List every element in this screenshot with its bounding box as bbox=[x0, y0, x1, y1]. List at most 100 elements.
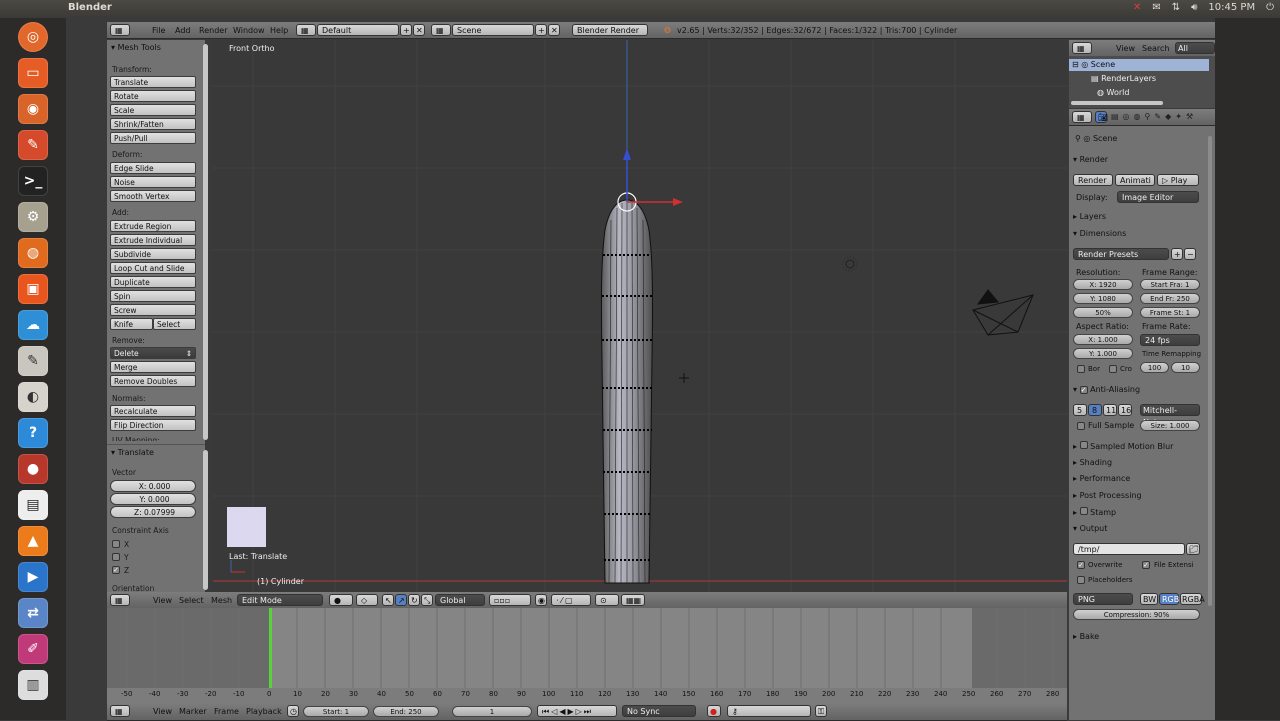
screen-layout-icon[interactable]: ▦ bbox=[296, 24, 316, 36]
mail-icon[interactable]: ✉ bbox=[1152, 2, 1160, 13]
render-button[interactable]: Render bbox=[1073, 174, 1113, 186]
shading-dropdown[interactable]: ● ⇕ bbox=[329, 594, 353, 617]
sync-dropdown[interactable]: No Sync bbox=[622, 705, 696, 717]
aspect-y-field[interactable]: Y: 1.000 bbox=[1073, 348, 1133, 359]
remove-layout-button[interactable]: ✕ bbox=[413, 24, 425, 36]
manipulator-toggle[interactable]: ↖ bbox=[382, 594, 394, 606]
cloud-icon[interactable]: ☁ bbox=[18, 310, 48, 340]
layer-buttons[interactable]: ▫▫▫ bbox=[489, 594, 531, 606]
scale-button[interactable]: Scale bbox=[110, 104, 196, 116]
dash-home-icon[interactable]: ◎ bbox=[18, 22, 48, 52]
constraint-x-checkbox[interactable] bbox=[112, 540, 120, 548]
aa-samples-11[interactable]: 11 bbox=[1103, 404, 1117, 416]
screw-button[interactable]: Screw bbox=[110, 304, 196, 316]
aa-samples-5[interactable]: 5 bbox=[1073, 404, 1087, 416]
translate-button[interactable]: Translate bbox=[110, 76, 196, 88]
blender-icon[interactable]: ◍ bbox=[18, 238, 48, 268]
remove-doubles-button[interactable]: Remove Doubles bbox=[110, 375, 196, 387]
screen-layout-field[interactable]: Default bbox=[317, 24, 399, 36]
transfer-icon[interactable]: ⇅ bbox=[1172, 2, 1180, 13]
viewport-menu-mesh[interactable]: Mesh bbox=[211, 596, 232, 605]
writer-icon[interactable]: ✎ bbox=[18, 130, 48, 160]
render-panel-header[interactable]: ▾ Render bbox=[1073, 155, 1108, 164]
placeholders-checkbox[interactable] bbox=[1077, 576, 1085, 584]
recorder-icon[interactable]: ● bbox=[18, 454, 48, 484]
mesh-tools-header[interactable]: ▾ Mesh Tools bbox=[111, 43, 161, 52]
snap-button[interactable]: ⊙ bbox=[595, 594, 619, 606]
software-center-icon[interactable]: ▣ bbox=[18, 274, 48, 304]
file-extensions-checkbox[interactable]: ✓ bbox=[1142, 561, 1150, 569]
monitor-icon[interactable]: ▤ bbox=[18, 490, 48, 520]
playback-controls[interactable]: ⏮◁◀▶▷⏭ bbox=[537, 705, 617, 717]
timeline-menu-frame[interactable]: Frame bbox=[214, 707, 239, 716]
translate-panel-header[interactable]: ▾ Translate bbox=[111, 448, 154, 457]
stamp-panel-header[interactable]: ▸ Stamp bbox=[1073, 507, 1116, 517]
end-frame-timeline-field[interactable]: End: 250 bbox=[373, 706, 439, 717]
outliner-menu-search[interactable]: Search bbox=[1142, 44, 1169, 53]
menu-window[interactable]: Window bbox=[233, 26, 265, 35]
frame-step-field[interactable]: Frame St: 1 bbox=[1140, 307, 1200, 318]
aa-samples-8[interactable]: 8 bbox=[1088, 404, 1102, 416]
vector-x-field[interactable]: X: 0.000 bbox=[110, 480, 196, 492]
subdivide-button[interactable]: Subdivide bbox=[110, 248, 196, 260]
rotate-button[interactable]: Rotate bbox=[110, 90, 196, 102]
menu-add[interactable]: Add bbox=[175, 26, 191, 35]
color-mode-rgba[interactable]: RGBA bbox=[1180, 593, 1205, 605]
context-tabs-icons[interactable]: ▤◎◍⚲✎◆✦⚒ bbox=[1111, 112, 1197, 121]
network-manager-icon[interactable]: ⇄ bbox=[18, 598, 48, 628]
start-frame-field[interactable]: Start Fra: 1 bbox=[1140, 279, 1200, 290]
remove-preset-button[interactable]: − bbox=[1184, 248, 1196, 260]
edge-slide-button[interactable]: Edge Slide bbox=[110, 162, 196, 174]
constraint-z-checkbox[interactable]: ✓ bbox=[112, 566, 120, 574]
viewport-canvas[interactable] bbox=[213, 40, 1067, 592]
timeline-menu-playback[interactable]: Playback bbox=[246, 707, 282, 716]
end-frame-field[interactable]: End Fr: 250 bbox=[1140, 293, 1200, 304]
layers-panel-header[interactable]: ▸ Layers bbox=[1073, 212, 1106, 221]
timeline-menu-view[interactable]: View bbox=[153, 707, 172, 716]
border-checkbox[interactable] bbox=[1077, 365, 1085, 373]
image-editor-icon[interactable]: ✐ bbox=[18, 634, 48, 664]
performance-panel-header[interactable]: ▸ Performance bbox=[1073, 474, 1130, 483]
outliner-editor-type-button[interactable]: ▦ bbox=[1072, 42, 1092, 54]
outliner-filter-dropdown[interactable]: All Scenes bbox=[1175, 42, 1215, 65]
snap-target-buttons[interactable]: ▦▦ bbox=[621, 594, 645, 606]
clock[interactable]: 10:45 PM bbox=[1208, 2, 1255, 13]
add-layout-button[interactable]: + bbox=[400, 24, 412, 36]
scene-icon[interactable]: ▦ bbox=[431, 24, 451, 36]
spin-button[interactable]: Spin bbox=[110, 290, 196, 302]
outliner-menu-view[interactable]: View bbox=[1116, 44, 1135, 53]
knife-select-button[interactable]: Select bbox=[153, 318, 196, 330]
render-presets-dropdown[interactable]: Render Presets bbox=[1073, 248, 1169, 260]
shrink-fatten-button[interactable]: Shrink/Fatten bbox=[110, 118, 196, 130]
vlc-icon[interactable]: ▲ bbox=[18, 526, 48, 556]
start-frame-timeline-field[interactable]: Start: 1 bbox=[303, 706, 369, 717]
add-scene-button[interactable]: + bbox=[535, 24, 547, 36]
operator-scrollbar[interactable] bbox=[203, 450, 208, 590]
crop-checkbox[interactable] bbox=[1109, 365, 1117, 373]
menu-file[interactable]: File bbox=[152, 26, 165, 35]
menu-render[interactable]: Render bbox=[199, 26, 227, 35]
push-pull-button[interactable]: Push/Pull bbox=[110, 132, 196, 144]
current-frame-field[interactable]: 1 bbox=[452, 706, 532, 717]
volume-icon[interactable]: 🔊︎ bbox=[1191, 2, 1197, 13]
text-editor-icon[interactable]: ✎ bbox=[18, 346, 48, 376]
render-engine-dropdown[interactable]: Blender Render bbox=[572, 24, 648, 36]
outliner-scrollbar[interactable] bbox=[1071, 101, 1163, 105]
editor-type-button[interactable]: ▦ bbox=[110, 24, 130, 36]
outliner-row-world[interactable]: ◍ World bbox=[1097, 88, 1129, 97]
full-sample-checkbox[interactable] bbox=[1077, 422, 1085, 430]
bake-panel-header[interactable]: ▸ Bake bbox=[1073, 632, 1099, 641]
resolution-y-field[interactable]: Y: 1080 bbox=[1073, 293, 1133, 304]
current-frame-marker[interactable] bbox=[269, 608, 272, 694]
post-processing-panel-header[interactable]: ▸ Post Processing bbox=[1073, 491, 1142, 500]
preview-range-button[interactable]: ◷ bbox=[287, 705, 299, 717]
resolution-percentage-slider[interactable]: 50% bbox=[1073, 307, 1133, 318]
terminal-icon[interactable]: >_ bbox=[18, 166, 48, 196]
resolution-x-field[interactable]: X: 1920 bbox=[1073, 279, 1133, 290]
3d-viewport[interactable]: Front Ortho Last: Translate (1) Cylinder bbox=[213, 40, 1067, 592]
remove-scene-button[interactable]: ✕ bbox=[548, 24, 560, 36]
duplicate-button[interactable]: Duplicate bbox=[110, 276, 196, 288]
timeline-editor-type-button[interactable]: ▦ bbox=[110, 705, 130, 717]
color-mode-rgb[interactable]: RGB bbox=[1159, 593, 1179, 605]
select-mode-buttons[interactable]: ⋅ ⁄ ▢ bbox=[551, 594, 591, 606]
